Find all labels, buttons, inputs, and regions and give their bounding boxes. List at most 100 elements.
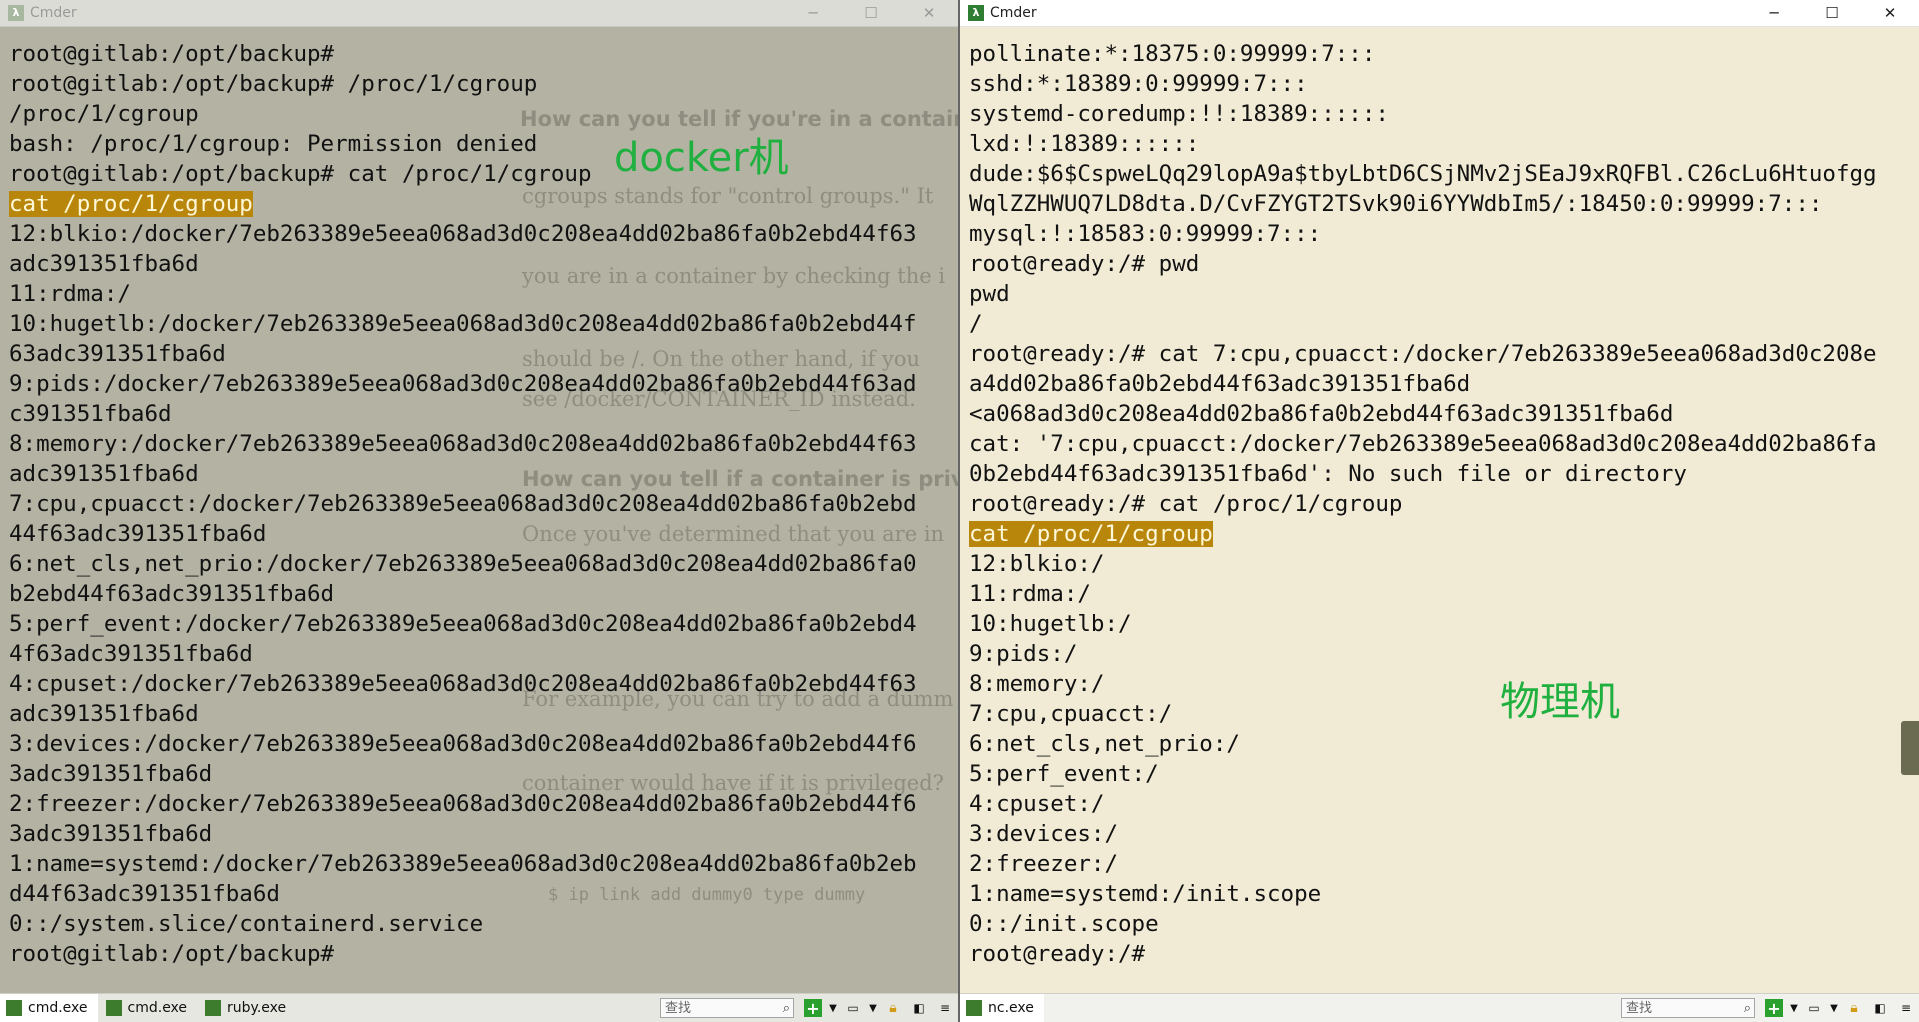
terminal-line: 11:rdma:/: [969, 579, 1877, 609]
search-placeholder: 查找: [1626, 1001, 1653, 1016]
terminal-line: 12:blkio:/docker/7eb263389e5eea068ad3d0c…: [9, 219, 917, 249]
left-terminal-area[interactable]: How can you tell if you're in a contain …: [0, 27, 958, 994]
terminal-line: 8:memory:/docker/7eb263389e5eea068ad3d0c…: [9, 429, 917, 459]
right-statusbar: nc.exe 查找 ⌕ + ▼ ▭ ▼ 🔒︎ ◧ ≡: [960, 993, 1919, 1022]
terminal-line-text: 4f63adc391351fba6d: [9, 641, 253, 667]
terminal-line-text: 0::/init.scope: [969, 911, 1159, 937]
terminal-line-text: 9:pids:/docker/7eb263389e5eea068ad3d0c20…: [9, 371, 917, 397]
terminal-line: 0::/system.slice/containerd.service: [9, 909, 917, 939]
terminal-line: 10:hugetlb:/: [969, 609, 1877, 639]
tab-cmd-1[interactable]: cmd.exe: [0, 994, 98, 1022]
right-terminal-output: pollinate:*:18375:0:99999:7::: sshd:*:183…: [969, 39, 1877, 969]
terminal-line: 63adc391351fba6d: [9, 339, 917, 369]
tab-ruby[interactable]: ruby.exe: [199, 994, 296, 1022]
left-window-title: Cmder: [30, 5, 77, 21]
terminal-line-text: adc391351fba6d: [9, 701, 199, 727]
terminal-line-text: 7:cpu,cpuacct:/docker/7eb263389e5eea068a…: [9, 491, 917, 517]
terminal-line: 11:rdma:/: [9, 279, 917, 309]
magnifier-icon: ⌕: [1743, 1001, 1751, 1016]
terminal-line: 9:pids:/docker/7eb263389e5eea068ad3d0c20…: [9, 369, 917, 399]
terminal-line-text: 2:freezer:/: [969, 851, 1119, 877]
terminal-line-text: 3adc391351fba6d: [9, 761, 213, 787]
terminal-line-text: 8:memory:/: [969, 671, 1105, 697]
terminal-line-text: 44f63adc391351fba6d: [9, 521, 267, 547]
terminal-line: 7:cpu,cpuacct:/: [969, 699, 1877, 729]
lock-icon[interactable]: 🔒︎: [884, 999, 902, 1017]
terminal-line-text: pollinate:*:18375:0:99999:7:::: [969, 41, 1376, 67]
terminal-line-text: mysql:!:18583:0:99999:7:::: [969, 221, 1322, 247]
terminal-line-text: 5:perf_event:/: [969, 761, 1159, 787]
maximize-button[interactable]: ☐: [842, 0, 900, 26]
terminal-line: 4:cpuset:/docker/7eb263389e5eea068ad3d0c…: [9, 669, 917, 699]
terminal-line-text: 3:devices:/: [969, 821, 1119, 847]
terminal-line-text: root@gitlab:/opt/backup# /proc/1/cgroup: [9, 71, 538, 97]
terminal-line: root@ready:/# pwd: [969, 249, 1877, 279]
terminal-line-text: 1:name=systemd:/init.scope: [969, 881, 1322, 907]
chevron-down-icon[interactable]: ▼: [868, 999, 878, 1017]
window-list-icon[interactable]: ▭: [844, 999, 862, 1017]
terminal-line: root@gitlab:/opt/backup#: [9, 939, 917, 969]
tab-cmd-2[interactable]: cmd.exe: [100, 994, 198, 1022]
terminal-line: 2:freezer:/: [969, 849, 1877, 879]
terminal-line: root@ready:/# cat /proc/1/cgroup: [969, 489, 1877, 519]
terminal-line-text: 5:perf_event:/docker/7eb263389e5eea068ad…: [9, 611, 917, 637]
terminal-line-text: 4:cpuset:/docker/7eb263389e5eea068ad3d0c…: [9, 671, 917, 697]
left-titlebar: λ Cmder ─ ☐ ✕: [0, 0, 958, 27]
terminal-line: adc391351fba6d: [9, 459, 917, 489]
terminal-line: mysql:!:18583:0:99999:7:::: [969, 219, 1877, 249]
terminal-line-text: 3adc391351fba6d: [9, 821, 213, 847]
right-titlebar: λ Cmder ─ ☐ ✕: [960, 0, 1919, 27]
chevron-down-icon[interactable]: ▼: [828, 999, 838, 1017]
scrollbar-thumb[interactable]: [1901, 721, 1919, 775]
terminal-line-text: 4:cpuset:/: [969, 791, 1105, 817]
terminal-line: 9:pids:/: [969, 639, 1877, 669]
terminal-line-text: d44f63adc391351fba6d: [9, 881, 280, 907]
terminal-line-text: root@ready:/#: [969, 941, 1146, 967]
terminal-line: d44f63adc391351fba6d: [9, 879, 917, 909]
search-input[interactable]: 查找 ⌕: [1621, 998, 1755, 1018]
split-icon[interactable]: ◧: [910, 999, 928, 1017]
lock-icon[interactable]: 🔒︎: [1845, 999, 1863, 1017]
terminal-line-text: root@gitlab:/opt/backup# cat /proc/1/cgr…: [9, 161, 592, 187]
new-console-button[interactable]: +: [1765, 999, 1783, 1018]
terminal-line-text: root@gitlab:/opt/backup#: [9, 41, 335, 67]
terminal-line: adc391351fba6d: [9, 699, 917, 729]
physical-machine-label: 物理机: [1500, 679, 1620, 725]
chevron-down-icon[interactable]: ▼: [1829, 999, 1839, 1017]
terminal-line: 5:perf_event:/: [969, 759, 1877, 789]
maximize-button[interactable]: ☐: [1803, 0, 1861, 26]
terminal-line: 3adc391351fba6d: [9, 819, 917, 849]
terminal-line: 7:cpu,cpuacct:/docker/7eb263389e5eea068a…: [9, 489, 917, 519]
terminal-line: 6:net_cls,net_prio:/docker/7eb263389e5ee…: [9, 549, 917, 579]
terminal-line-text: 12:blkio:/docker/7eb263389e5eea068ad3d0c…: [9, 221, 917, 247]
terminal-line-text: root@ready:/# cat 7:cpu,cpuacct:/docker/…: [969, 341, 1877, 367]
terminal-line: pollinate:*:18375:0:99999:7:::: [969, 39, 1877, 69]
terminal-line: cat: '7:cpu,cpuacct:/docker/7eb263389e5e…: [969, 429, 1877, 459]
close-button[interactable]: ✕: [1861, 0, 1919, 26]
terminal-line: 4:cpuset:/: [969, 789, 1877, 819]
terminal-line-text: 0b2ebd44f63adc391351fba6d': No such file…: [969, 461, 1687, 487]
terminal-line: b2ebd44f63adc391351fba6d: [9, 579, 917, 609]
search-input[interactable]: 查找 ⌕: [660, 998, 794, 1018]
hamburger-icon[interactable]: ≡: [1897, 999, 1915, 1017]
terminal-line: 3:devices:/docker/7eb263389e5eea068ad3d0…: [9, 729, 917, 759]
chevron-down-icon[interactable]: ▼: [1789, 999, 1799, 1017]
terminal-line: 5:perf_event:/docker/7eb263389e5eea068ad…: [9, 609, 917, 639]
new-console-button[interactable]: +: [804, 999, 822, 1018]
window-list-icon[interactable]: ▭: [1805, 999, 1823, 1017]
minimize-button[interactable]: ─: [1745, 0, 1803, 26]
split-icon[interactable]: ◧: [1871, 999, 1889, 1017]
close-button[interactable]: ✕: [900, 0, 958, 26]
terminal-line-text: <a068ad3d0c208ea4dd02ba86fa0b2ebd44f63ad…: [969, 401, 1674, 427]
terminal-line-text: pwd: [969, 281, 1010, 307]
terminal-line: 6:net_cls,net_prio:/: [969, 729, 1877, 759]
docker-label: docker机: [614, 135, 789, 181]
lambda-icon: λ: [8, 5, 24, 21]
terminal-line-text: bash: /proc/1/cgroup: Permission denied: [9, 131, 538, 157]
hamburger-icon[interactable]: ≡: [936, 999, 954, 1017]
right-terminal-area[interactable]: pollinate:*:18375:0:99999:7::: sshd:*:183…: [960, 27, 1919, 994]
terminal-line-text: lxd:!:18389::::::: [969, 131, 1200, 157]
minimize-button[interactable]: ─: [784, 0, 842, 26]
tab-nc[interactable]: nc.exe: [960, 994, 1044, 1022]
terminal-line-text: 11:rdma:/: [969, 581, 1091, 607]
